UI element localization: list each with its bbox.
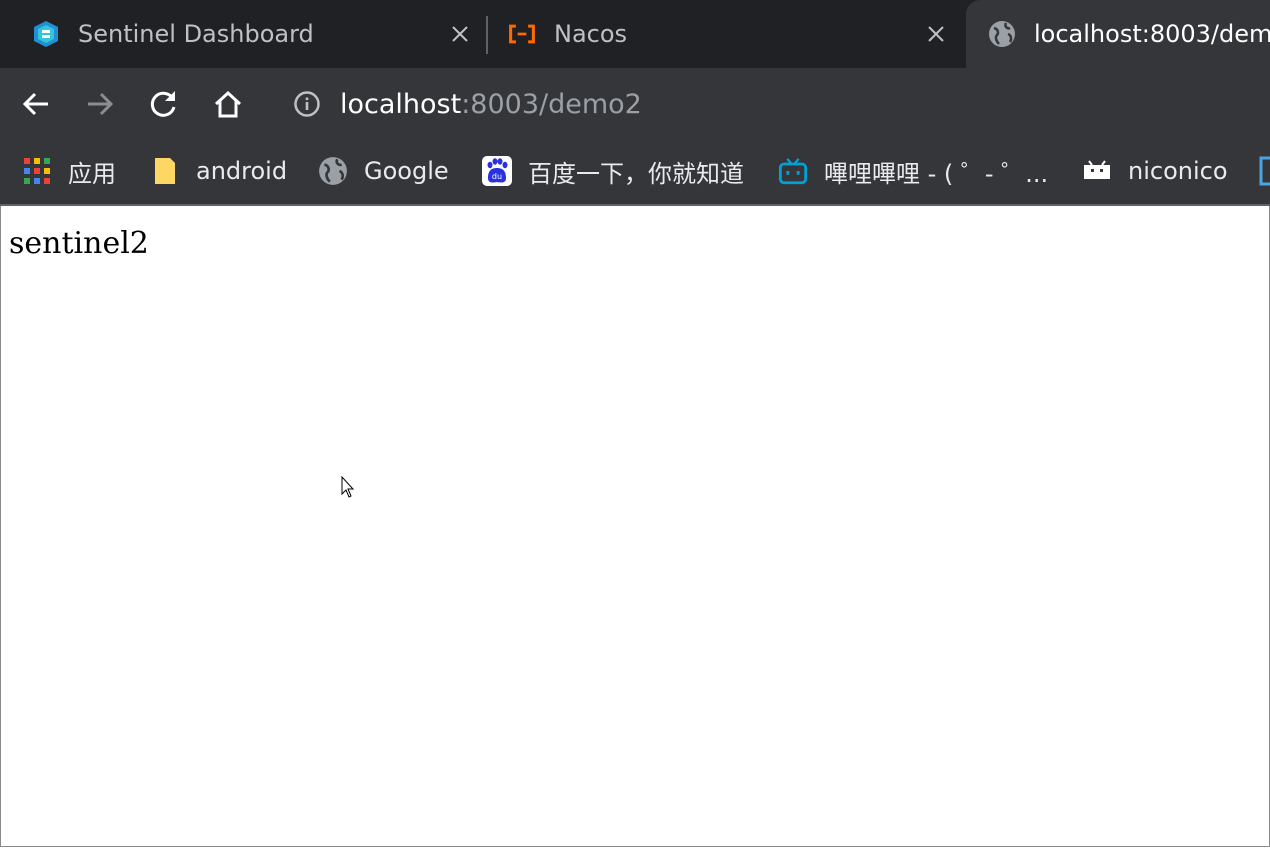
url-host: localhost (340, 88, 462, 120)
bookmark-overflow[interactable] (1254, 140, 1270, 202)
tab-sentinel-dashboard[interactable]: Sentinel Dashboard (32, 0, 472, 68)
url-path: :8003/demo2 (461, 88, 642, 120)
bookmark-label: android (196, 157, 288, 185)
home-button[interactable] (212, 88, 244, 120)
address-bar[interactable]: localhost:8003/demo2 (292, 86, 642, 122)
reload-button[interactable] (148, 88, 180, 120)
baidu-icon: du (482, 156, 512, 186)
forward-button[interactable] (84, 88, 116, 120)
home-icon (214, 90, 242, 118)
bookmark-icon (1254, 156, 1270, 186)
tab-nacos[interactable]: Nacos (508, 0, 948, 68)
bookmark-label: 嗶哩嗶哩 - ( ゜- ゜... (824, 159, 1049, 188)
bookmarks-bar: 应用 android Google du 百度一下，你就知道 嗶哩嗶哩 - (… (0, 140, 1270, 206)
reload-icon (150, 91, 176, 117)
bookmark-label: Google (364, 157, 449, 185)
tab-localhost-demo2[interactable]: localhost:8003/demo2 (966, 0, 1270, 68)
tab-title: localhost:8003/demo2 (1034, 20, 1270, 48)
bookmark-android[interactable]: android (150, 140, 287, 202)
close-icon[interactable] (924, 22, 948, 46)
bookmark-apps[interactable]: 应用 (22, 140, 116, 202)
bookmark-niconico[interactable]: niconico (1082, 140, 1228, 202)
bookmark-bilibili[interactable]: 嗶哩嗶哩 - ( ゜- ゜... (778, 140, 1048, 202)
tab-title: Sentinel Dashboard (78, 20, 314, 48)
info-icon[interactable] (292, 89, 322, 119)
close-icon[interactable] (448, 22, 472, 46)
arrow-left-icon (22, 92, 48, 116)
page-viewport: sentinel2 (0, 206, 1270, 847)
bilibili-icon (778, 156, 808, 186)
page-body-text: sentinel2 (9, 226, 149, 261)
back-button[interactable] (20, 88, 52, 120)
arrow-right-icon (88, 92, 114, 116)
svg-text:du: du (492, 172, 502, 181)
bookmark-label: niconico (1128, 157, 1228, 185)
mouse-cursor-icon (341, 476, 355, 498)
apps-grid-icon (22, 156, 52, 186)
bookmark-google[interactable]: Google (318, 140, 449, 202)
bookmark-baidu[interactable]: du 百度一下，你就知道 (482, 140, 744, 202)
tab-strip: Sentinel Dashboard Nacos localhost:8003/… (0, 0, 1270, 68)
browser-toolbar: localhost:8003/demo2 (0, 68, 1270, 140)
tab-divider (486, 16, 488, 54)
globe-icon (988, 20, 1016, 48)
sentinel-icon (32, 20, 60, 48)
globe-icon (318, 156, 348, 186)
bookmark-label: 应用 (68, 159, 116, 188)
folder-icon (150, 156, 180, 186)
bookmark-label: 百度一下，你就知道 (528, 159, 744, 188)
niconico-icon (1082, 156, 1112, 186)
tab-title: Nacos (554, 20, 628, 48)
nacos-icon (508, 20, 536, 48)
